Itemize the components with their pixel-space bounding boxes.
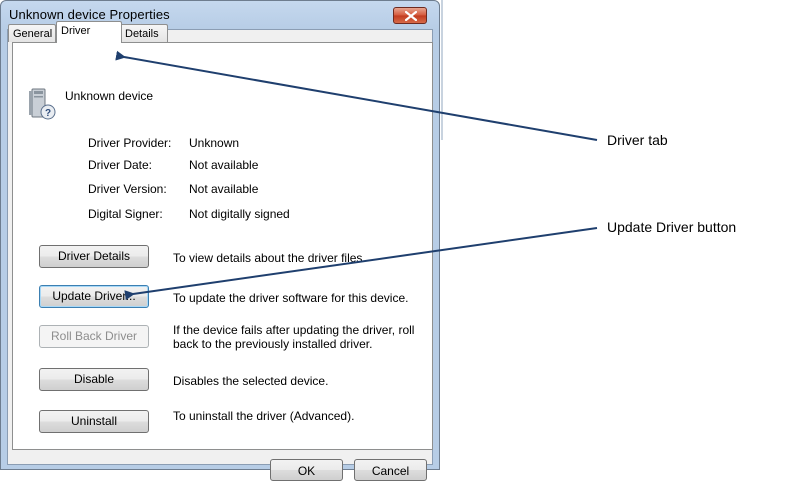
tab-driver[interactable]: Driver: [56, 21, 122, 43]
driver-tab-callout: Driver tab: [607, 132, 668, 148]
driver-tab-arrow: [115, 50, 598, 141]
callout-arrows: [115, 50, 598, 301]
update-driver-callout: Update Driver button: [607, 219, 737, 235]
update-driver-arrow: [124, 227, 598, 301]
